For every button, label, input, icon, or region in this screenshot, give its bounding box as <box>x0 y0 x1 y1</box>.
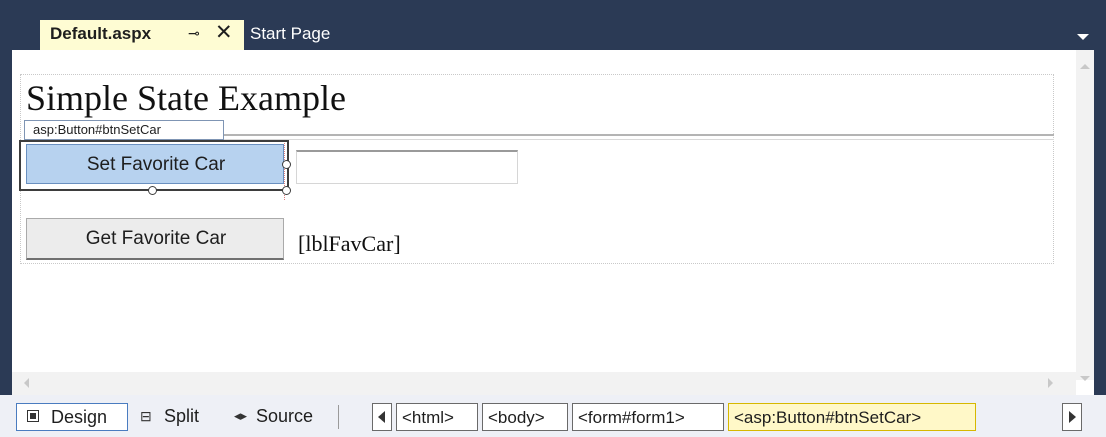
breadcrumb-form[interactable]: <form#form1> <box>572 403 724 431</box>
button-label: Set Favorite Car <box>86 154 226 175</box>
design-surface[interactable]: Simple State Example Set Favorite Car as… <box>12 50 1094 395</box>
document-tab-strip: Default.aspx ⊸ ✕ Start Page <box>0 0 1106 50</box>
breadcrumb-label: <html> <box>402 408 454 427</box>
tab-label: Start Page <box>250 24 331 43</box>
tab-default-aspx[interactable]: Default.aspx ⊸ ✕ <box>40 20 244 50</box>
design-view-icon <box>27 410 39 422</box>
split-view-button[interactable]: ⊟ Split <box>138 403 218 431</box>
resize-handle-right[interactable] <box>282 160 291 169</box>
view-label: Source <box>256 406 314 426</box>
resize-handle-bottom-right[interactable] <box>282 186 291 195</box>
tab-start-page[interactable]: Start Page <box>250 20 360 50</box>
chevron-right-icon <box>1069 411 1076 423</box>
design-view-button[interactable]: Design <box>16 403 128 431</box>
breadcrumb-label: <form#form1> <box>578 408 685 427</box>
source-view-icon: ◂▸ <box>234 408 248 423</box>
chevron-down-icon[interactable] <box>1077 34 1089 40</box>
breadcrumb-html[interactable]: <html> <box>396 403 478 431</box>
scroll-right-icon[interactable] <box>1048 378 1053 388</box>
source-view-button[interactable]: ◂▸ Source <box>232 403 328 431</box>
tab-label: Default.aspx <box>50 24 152 43</box>
horizontal-scrollbar[interactable] <box>12 372 1076 395</box>
breadcrumb-button[interactable]: <asp:Button#btnSetCar> <box>728 403 976 431</box>
editor-window: Default.aspx ⊸ ✕ Start Page Simple State… <box>0 0 1106 437</box>
breadcrumb-next-button[interactable] <box>1062 403 1082 431</box>
scroll-up-icon[interactable] <box>1080 64 1090 69</box>
set-favorite-car-button[interactable]: Set Favorite Car <box>26 144 284 184</box>
divider <box>338 405 339 429</box>
favorite-car-textbox[interactable] <box>296 150 518 184</box>
smart-tag-label: asp:Button#btnSetCar <box>33 122 161 137</box>
view-label: Split <box>164 406 200 426</box>
view-label: Design <box>51 407 108 427</box>
breadcrumb-label: <body> <box>488 408 545 427</box>
split-view-icon: ⊟ <box>140 408 152 424</box>
view-bar: Design ⊟ Split ◂▸ Source <html> <body> <… <box>0 395 1106 437</box>
breadcrumb-previous-button[interactable] <box>372 403 392 431</box>
smart-tag[interactable]: asp:Button#btnSetCar <box>24 120 224 140</box>
scroll-down-icon[interactable] <box>1080 376 1090 381</box>
get-favorite-car-button[interactable]: Get Favorite Car <box>26 218 284 260</box>
vertical-scrollbar[interactable] <box>1076 50 1094 381</box>
button-label: Get Favorite Car <box>85 228 227 249</box>
page-heading: Simple State Example <box>26 78 346 118</box>
breadcrumb-body[interactable]: <body> <box>482 403 568 431</box>
chevron-left-icon <box>378 411 385 423</box>
close-icon[interactable]: ✕ <box>215 21 233 45</box>
favorite-car-label[interactable]: [lblFavCar] <box>298 231 401 257</box>
breadcrumb-label: <asp:Button#btnSetCar> <box>734 408 922 427</box>
scroll-left-icon[interactable] <box>24 378 29 388</box>
pin-icon[interactable]: ⊸ <box>188 25 200 42</box>
resize-handle-bottom[interactable] <box>148 186 157 195</box>
